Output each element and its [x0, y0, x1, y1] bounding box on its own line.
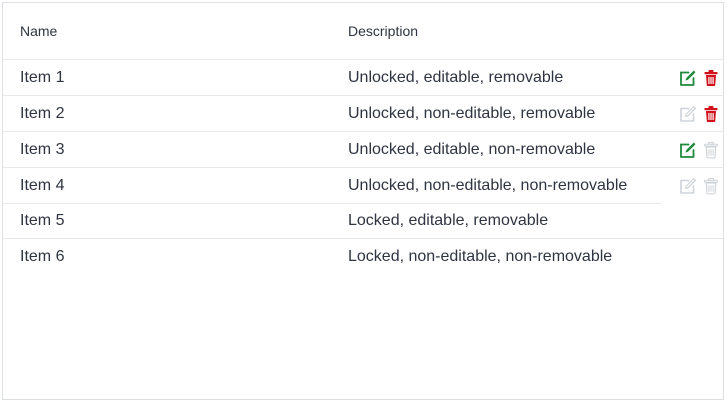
- trash-icon[interactable]: [702, 105, 720, 123]
- column-header-description[interactable]: Description: [348, 3, 418, 59]
- row-actions: [679, 132, 723, 167]
- table-row[interactable]: Item 2 Unlocked, non-editable, removable: [3, 96, 723, 132]
- edit-icon[interactable]: [679, 141, 697, 159]
- trash-icon: [702, 177, 720, 195]
- item-description: Unlocked, non-editable, non-removable: [348, 177, 628, 194]
- edit-icon: [679, 177, 697, 195]
- item-name: Item 3: [20, 141, 65, 158]
- grid-body: Item 1 Unlocked, editable, removable Ite…: [3, 60, 723, 274]
- edit-icon: [679, 105, 697, 123]
- table-row[interactable]: Item 4 Unlocked, non-editable, non-remov…: [3, 168, 723, 204]
- item-description: Unlocked, editable, non-removable: [348, 141, 596, 158]
- item-name: Item 5: [20, 212, 65, 229]
- item-name: Item 6: [20, 248, 65, 265]
- item-name: Item 2: [20, 105, 65, 122]
- trash-icon: [702, 141, 720, 159]
- table-row[interactable]: Item 5 Locked, editable, removable: [3, 203, 723, 239]
- column-header-name[interactable]: Name: [20, 3, 57, 59]
- items-grid: Name Description Item 1 Unlocked, editab…: [2, 2, 724, 400]
- item-description: Unlocked, editable, removable: [348, 69, 564, 86]
- trash-icon[interactable]: [702, 69, 720, 87]
- item-description: Locked, editable, removable: [348, 212, 549, 229]
- item-description: Locked, non-editable, non-removable: [348, 248, 613, 265]
- item-description: Unlocked, non-editable, removable: [348, 105, 596, 122]
- grid-header: Name Description: [3, 3, 723, 60]
- table-row[interactable]: Item 1 Unlocked, editable, removable: [3, 60, 723, 96]
- table-row[interactable]: Item 6 Locked, non-editable, non-removab…: [3, 239, 723, 274]
- row-actions: [679, 60, 723, 95]
- row-actions: [679, 168, 723, 203]
- edit-icon[interactable]: [679, 69, 697, 87]
- table-row[interactable]: Item 3 Unlocked, editable, non-removable: [3, 132, 723, 168]
- row-actions: [679, 96, 723, 131]
- item-name: Item 4: [20, 177, 65, 194]
- item-name: Item 1: [20, 69, 65, 86]
